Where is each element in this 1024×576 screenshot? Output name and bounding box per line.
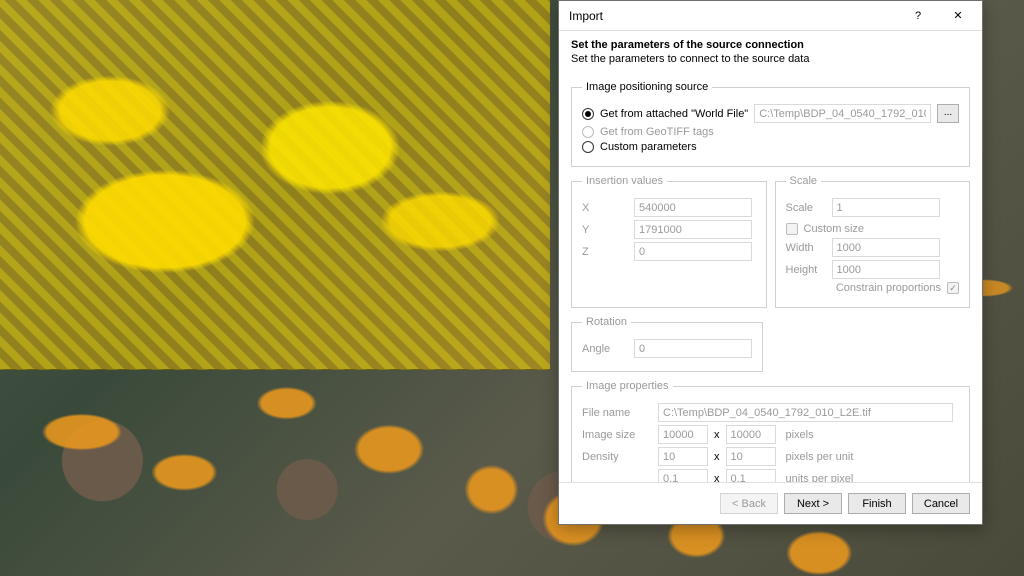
custom-size-checkbox[interactable] — [786, 223, 798, 235]
upp-y-input[interactable] — [726, 469, 776, 482]
scale-legend: Scale — [786, 175, 822, 187]
z-input[interactable] — [634, 242, 752, 261]
radio-custom-label: Custom parameters — [600, 141, 697, 153]
y-label: Y — [582, 224, 628, 236]
dialog-heading: Set the parameters of the source connect… — [571, 39, 970, 51]
import-dialog: Import ? ✕ Set the parameters of the sou… — [558, 0, 983, 525]
radio-row-geotiff: Get from GeoTIFF tags — [582, 126, 959, 138]
help-button[interactable]: ? — [898, 2, 938, 30]
finish-button[interactable]: Finish — [848, 493, 906, 514]
radio-geotiff-label: Get from GeoTIFF tags — [600, 126, 714, 138]
by-label-1: x — [714, 429, 720, 441]
constrain-label: Constrain proportions — [836, 282, 941, 294]
by-label-2: x — [714, 451, 720, 463]
density-y-input[interactable] — [726, 447, 776, 466]
width-label: Width — [786, 242, 826, 254]
z-label: Z — [582, 246, 628, 258]
dialog-footer: < Back Next > Finish Cancel — [559, 482, 982, 524]
constrain-checkbox[interactable] — [947, 282, 959, 294]
custom-size-label: Custom size — [804, 223, 865, 235]
imagesize-label: Image size — [582, 429, 652, 441]
insertion-group: Insertion values X Y Z — [571, 175, 767, 308]
image-properties-group: Image properties File name Image size x … — [571, 380, 970, 482]
radio-geotiff — [582, 126, 594, 138]
dialog-header: Set the parameters of the source connect… — [559, 31, 982, 75]
close-button[interactable]: ✕ — [938, 2, 978, 30]
density-label: Density — [582, 451, 652, 463]
positioning-legend: Image positioning source — [582, 81, 712, 93]
by-label-3: x — [714, 473, 720, 483]
scale-label: Scale — [786, 202, 826, 214]
radio-worldfile[interactable] — [582, 108, 594, 120]
close-icon: ✕ — [953, 9, 962, 22]
browse-button[interactable]: ... — [937, 104, 959, 123]
filename-input[interactable] — [658, 403, 953, 422]
dialog-subheading: Set the parameters to connect to the sou… — [571, 53, 970, 65]
upp-units: units per pixel — [786, 473, 854, 483]
cancel-button[interactable]: Cancel — [912, 493, 970, 514]
gis-overlay-yellow — [0, 0, 550, 370]
height-input[interactable] — [832, 260, 940, 279]
density-x-input[interactable] — [658, 447, 708, 466]
back-button: < Back — [720, 493, 778, 514]
x-label: X — [582, 202, 628, 214]
filename-label: File name — [582, 407, 652, 419]
radio-worldfile-label: Get from attached "World File" — [600, 108, 748, 120]
imagesize-units: pixels — [786, 429, 814, 441]
imagesize-w-input[interactable] — [658, 425, 708, 444]
angle-input[interactable] — [634, 339, 752, 358]
worldfile-path-input[interactable] — [754, 104, 931, 123]
dialog-title: Import — [569, 9, 898, 23]
scale-input[interactable] — [832, 198, 940, 217]
help-icon: ? — [915, 10, 921, 22]
next-button[interactable]: Next > — [784, 493, 842, 514]
density-units: pixels per unit — [786, 451, 854, 463]
dialog-titlebar[interactable]: Import ? ✕ — [559, 1, 982, 31]
props-legend: Image properties — [582, 380, 673, 392]
imagesize-h-input[interactable] — [726, 425, 776, 444]
radio-row-custom[interactable]: Custom parameters — [582, 141, 959, 153]
radio-row-worldfile[interactable]: Get from attached "World File" ... — [582, 104, 959, 123]
width-input[interactable] — [832, 238, 940, 257]
radio-custom[interactable] — [582, 141, 594, 153]
angle-label: Angle — [582, 343, 628, 355]
insertion-legend: Insertion values — [582, 175, 667, 187]
upp-x-input[interactable] — [658, 469, 708, 482]
x-input[interactable] — [634, 198, 752, 217]
positioning-group: Image positioning source Get from attach… — [571, 81, 970, 167]
rotation-group: Rotation Angle — [571, 316, 763, 372]
height-label: Height — [786, 264, 826, 276]
scale-group: Scale Scale Custom size Width Height Con… — [775, 175, 971, 308]
rotation-legend: Rotation — [582, 316, 631, 328]
y-input[interactable] — [634, 220, 752, 239]
dialog-body: Image positioning source Get from attach… — [559, 75, 982, 482]
